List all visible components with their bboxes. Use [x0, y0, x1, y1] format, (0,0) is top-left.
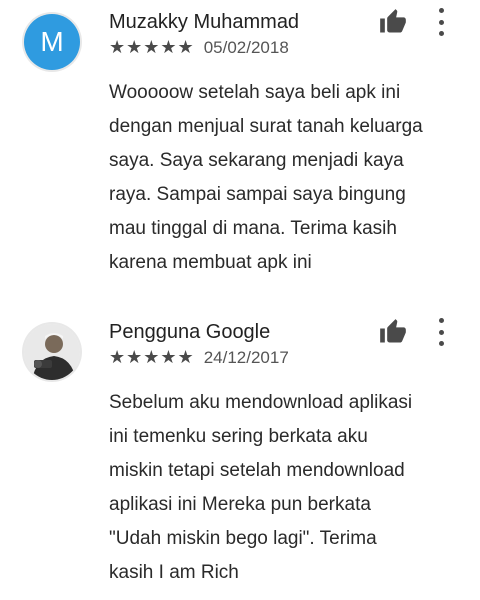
more-vert-icon[interactable] — [432, 318, 450, 346]
avatar[interactable]: M — [24, 14, 80, 70]
review-meta: ★★★★★ 24/12/2017 — [109, 347, 289, 368]
review-card: Pengguna Google ★★★★★ 24/12/2017 Sebelum… — [0, 310, 480, 600]
avatar-letter: M — [40, 26, 64, 57]
review-author: Muzakky Muhammad — [109, 11, 300, 33]
thumb-up-icon[interactable] — [378, 318, 408, 346]
review-meta: ★★★★★ 05/02/2018 — [109, 37, 289, 58]
star-rating: ★★★★★ — [109, 347, 195, 367]
review-text: Wooooow setelah saya beli apk ini dengan… — [109, 82, 423, 273]
star-rating: ★★★★★ — [109, 37, 195, 57]
more-vert-icon[interactable] — [432, 8, 450, 36]
review-text: Sebelum aku mendownload aplikasi ini tem… — [109, 392, 413, 583]
avatar[interactable] — [24, 324, 80, 380]
avatar-photo-icon — [24, 324, 80, 380]
review-date: 05/02/2018 — [203, 37, 289, 57]
review-author: Pengguna Google — [109, 321, 271, 343]
thumb-up-icon[interactable] — [378, 8, 408, 36]
review-card: M Muzakky Muhammad ★★★★★ 05/02/2018 Wooo… — [0, 0, 480, 300]
review-date: 24/12/2017 — [203, 347, 289, 367]
